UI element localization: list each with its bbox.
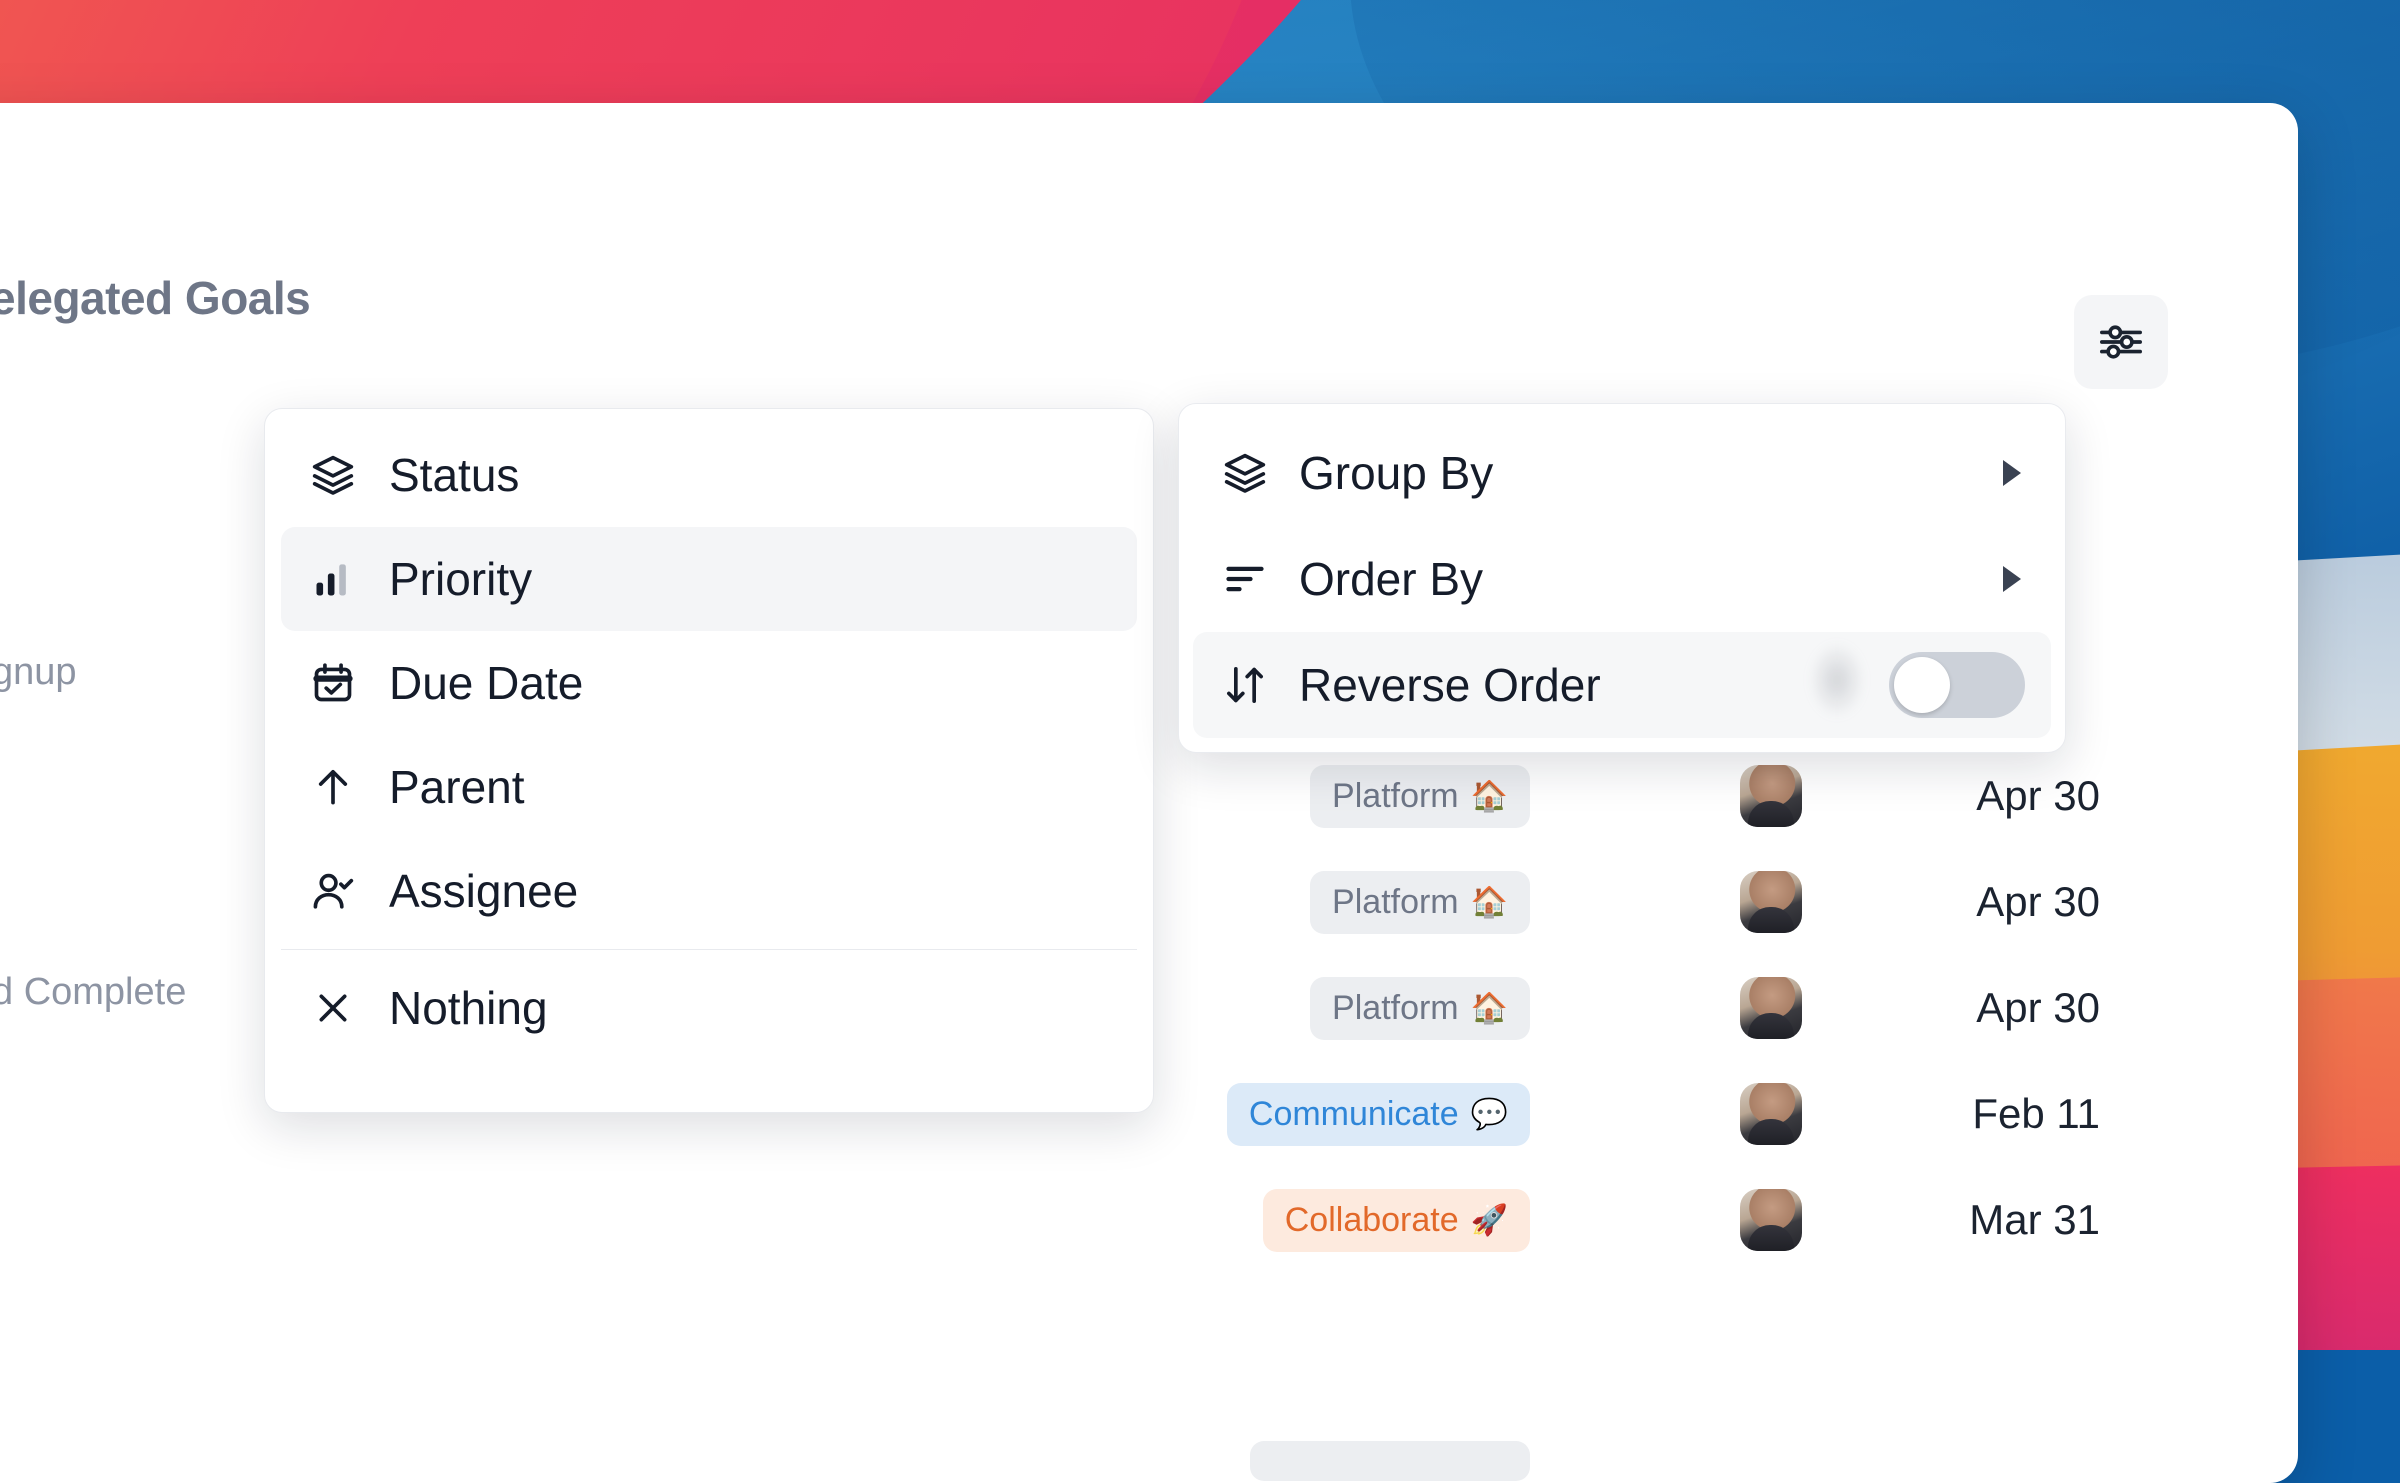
due-date-text: Mar 31 [1969,1196,2100,1244]
avatar[interactable] [1740,765,1802,827]
layers-icon [1219,447,1271,499]
avatar[interactable] [1740,1083,1802,1145]
chevron-right-icon [2003,566,2021,592]
house-icon: 🏠 [1471,779,1508,814]
house-icon: 🏠 [1471,991,1508,1026]
date-cell: Mar 31 [1870,1167,2100,1273]
submenu-item-label: Assignee [389,864,578,918]
date-cell: Apr 30 [1870,743,2100,849]
avatar-cell [1740,955,1860,1061]
toggle-knob [1894,657,1950,713]
date-column: Apr 30 Apr 30 Apr 30 Feb 11 Mar 31 [1870,743,2100,1273]
submenu-item-label: Status [389,448,519,502]
sliders-icon [2098,319,2144,365]
submenu-item-priority[interactable]: Priority [281,527,1137,631]
tag-badge[interactable]: Collaborate 🚀 [1263,1189,1530,1252]
tag-label: Platform [1332,883,1459,922]
partial-tag-badge [1250,1441,1530,1481]
avatar[interactable] [1740,1189,1802,1251]
calendar-check-icon [307,657,359,709]
sort-lines-icon [1219,553,1271,605]
page-title: elegated Goals [0,271,310,325]
tag-badge[interactable]: Platform 🏠 [1310,765,1530,828]
tag-label: Platform [1332,777,1459,816]
table-row[interactable]: Platform 🏠 [1170,743,1530,849]
menu-item-label: Order By [1299,552,1975,606]
menu-item-label: Reverse Order [1299,658,1861,712]
house-icon: 🏠 [1471,885,1508,920]
sort-options-menu-panel: Group By Order By [1178,403,2066,753]
tag-label: Communicate [1249,1095,1459,1134]
tag-badge[interactable]: Communicate 💬 [1227,1083,1530,1146]
avatar[interactable] [1740,871,1802,933]
chevron-right-icon [2003,460,2021,486]
truncated-text-complete: d Complete [0,971,186,1014]
table-row[interactable]: Platform 🏠 [1170,849,1530,955]
tag-label: Platform [1332,989,1459,1028]
app-window: elegated Goals gnup d Complete Platform … [0,103,2298,1483]
date-cell: Apr 30 [1870,955,2100,1061]
layers-icon [307,449,359,501]
avatar-cell [1740,743,1860,849]
reverse-order-toggle[interactable] [1889,652,2025,718]
due-date-text: Feb 11 [1972,1090,2100,1138]
arrow-updown-icon [1219,659,1271,711]
avatar-cell [1740,1167,1860,1273]
due-date-text: Apr 30 [1976,878,2100,926]
tag-column: Platform 🏠 Platform 🏠 Platform 🏠 Communi… [1170,743,1530,1273]
close-x-icon [307,982,359,1034]
due-date-text: Apr 30 [1976,984,2100,1032]
truncated-text-signup: gnup [0,651,77,694]
submenu-item-label: Priority [389,552,532,606]
submenu-item-nothing[interactable]: Nothing [281,956,1137,1060]
arrow-up-icon [307,761,359,813]
group-by-submenu-panel: Status Priority [264,408,1154,1113]
avatar-cell [1740,1061,1860,1167]
date-cell: Feb 11 [1870,1061,2100,1167]
submenu-item-label: Nothing [389,981,548,1035]
submenu-item-parent[interactable]: Parent [281,735,1137,839]
menu-item-order-by[interactable]: Order By [1193,526,2051,632]
due-date-text: Apr 30 [1976,772,2100,820]
avatar-column [1740,743,1860,1273]
submenu-divider [281,949,1137,950]
table-row[interactable]: Collaborate 🚀 [1170,1167,1530,1273]
menu-item-group-by[interactable]: Group By [1193,420,2051,526]
rocket-icon: 🚀 [1471,1203,1508,1238]
avatar[interactable] [1740,977,1802,1039]
bar-chart-icon [307,553,359,605]
submenu-item-assignee[interactable]: Assignee [281,839,1137,943]
tag-label: Collaborate [1285,1201,1459,1240]
user-check-icon [307,865,359,917]
menu-item-reverse-order[interactable]: Reverse Order [1193,632,2051,738]
filter-settings-button[interactable] [2074,295,2168,389]
speech-bubble-icon: 💬 [1471,1097,1508,1132]
tag-badge[interactable]: Platform 🏠 [1310,977,1530,1040]
table-row[interactable]: Communicate 💬 [1170,1061,1530,1167]
submenu-item-label: Due Date [389,656,583,710]
submenu-item-label: Parent [389,760,525,814]
table-row[interactable]: Platform 🏠 [1170,955,1530,1061]
tag-badge[interactable]: Platform 🏠 [1310,871,1530,934]
submenu-item-status[interactable]: Status [281,423,1137,527]
menu-item-label: Group By [1299,446,1975,500]
date-cell: Apr 30 [1870,849,2100,955]
cursor-shadow [1809,642,1865,718]
avatar-cell [1740,849,1860,955]
submenu-item-due-date[interactable]: Due Date [281,631,1137,735]
